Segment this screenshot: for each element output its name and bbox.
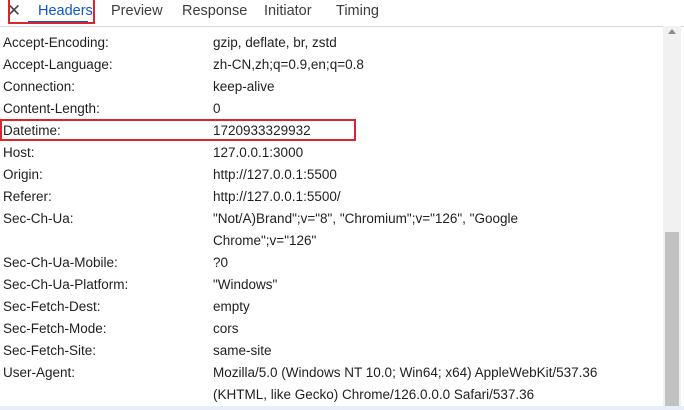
- header-name: Referer:: [3, 189, 52, 204]
- header-name: User-Agent:: [3, 365, 76, 380]
- header-value: http://127.0.0.1:5500: [213, 167, 337, 182]
- header-name: Accept-Encoding:: [3, 35, 109, 50]
- scrollbar-thumb[interactable]: [665, 232, 679, 407]
- vertical-scrollbar[interactable]: [663, 26, 681, 407]
- datetime-highlight-box: [0, 119, 356, 141]
- header-name: Sec-Fetch-Mode:: [3, 321, 107, 336]
- header-name: Origin:: [3, 167, 43, 182]
- request-headers-list: Accept-Encoding: gzip, deflate, br, zstd…: [0, 26, 664, 407]
- header-value: 127.0.0.1:3000: [213, 145, 304, 160]
- header-name: Sec-Fetch-Site:: [3, 343, 97, 358]
- header-value: "Windows": [213, 277, 278, 292]
- header-name: Sec-Fetch-Dest:: [3, 299, 101, 314]
- header-value: keep-alive: [213, 79, 275, 94]
- header-value: http://127.0.0.1:5500/: [213, 189, 341, 204]
- tab-timing[interactable]: Timing: [336, 0, 379, 25]
- header-value: zh-CN,zh;q=0.9,en;q=0.8: [213, 57, 364, 72]
- header-name: Sec-Ch-Ua:: [3, 211, 74, 226]
- header-name: Host:: [3, 145, 35, 160]
- header-name: Connection:: [3, 79, 76, 94]
- header-value: "Not/A)Brand";v="8", "Chromium";v="126",…: [213, 211, 519, 248]
- header-value: same-site: [213, 343, 272, 358]
- panel-bottom-edge: [0, 406, 684, 410]
- header-name: Sec-Ch-Ua-Mobile:: [3, 255, 118, 270]
- header-name: Sec-Ch-Ua-Platform:: [3, 277, 129, 292]
- header-value: Mozilla/5.0 (Windows NT 10.0; Win64; x64…: [213, 365, 598, 402]
- header-value: ?0: [213, 255, 229, 270]
- tab-initiator[interactable]: Initiator: [264, 0, 312, 25]
- tab-preview[interactable]: Preview: [111, 0, 163, 25]
- header-value: 0: [213, 101, 221, 116]
- header-value: empty: [213, 299, 250, 314]
- network-detail-tab-bar: ✕ Headers Preview Response Initiator Tim…: [0, 0, 684, 27]
- header-name: Accept-Language:: [3, 57, 113, 72]
- header-value: cors: [213, 321, 239, 336]
- header-value: gzip, deflate, br, zstd: [213, 35, 337, 50]
- header-name: Content-Length:: [3, 101, 100, 116]
- headers-tab-highlight-box: [8, 0, 95, 24]
- scroll-up-arrow-icon[interactable]: [668, 29, 676, 34]
- tab-response[interactable]: Response: [182, 0, 247, 25]
